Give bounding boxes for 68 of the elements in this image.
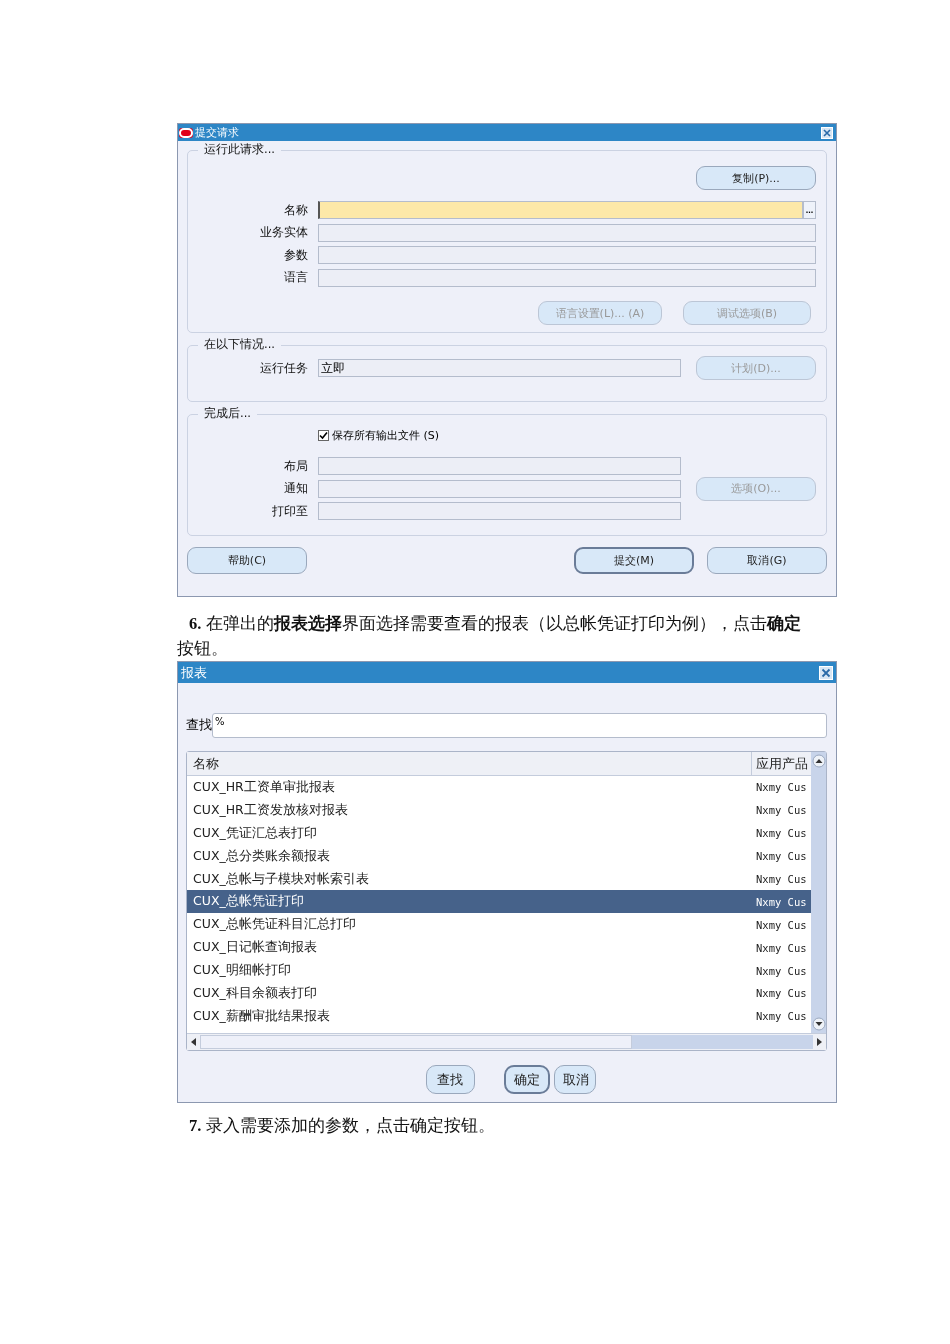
input-field[interactable] bbox=[318, 479, 681, 498]
table-cell-text: CUX_HR工资单审批报表 bbox=[192, 778, 336, 796]
dialog-button[interactable]: 提交(M) bbox=[574, 547, 694, 574]
table-cell-text: CUX_总帐凭证打印 bbox=[192, 893, 305, 911]
table-cell-text: Nxmy Cus bbox=[755, 895, 808, 908]
field-label: 业务实体 bbox=[259, 225, 309, 241]
list-button[interactable]: ... bbox=[803, 201, 816, 220]
input-field[interactable] bbox=[318, 246, 816, 265]
window-title: 报表 bbox=[180, 663, 208, 682]
table-cell-text: CUX_日记帐查询报表 bbox=[192, 939, 318, 957]
field-label: 布局 bbox=[283, 458, 309, 474]
dialog-button[interactable]: 确定 bbox=[503, 1065, 550, 1094]
field-label: 名称 bbox=[283, 202, 309, 218]
table-cell-text: Nxmy Cus bbox=[755, 804, 808, 817]
input-field[interactable] bbox=[318, 457, 681, 476]
field-label: 运行任务 bbox=[259, 360, 309, 376]
table-cell-text: CUX_总帐与子模块对帐索引表 bbox=[192, 870, 370, 888]
help-button[interactable]: 帮助(C) bbox=[187, 547, 307, 574]
table-cell-text: Nxmy Cus bbox=[755, 987, 808, 1000]
table-cell-text: Nxmy Cus bbox=[755, 918, 808, 931]
table-cell-text: CUX_总分类账余额报表 bbox=[192, 847, 331, 865]
dialog-button[interactable]: 取消(G) bbox=[707, 547, 827, 574]
dialog-button[interactable]: 查找 bbox=[425, 1065, 475, 1094]
logo-icon bbox=[179, 127, 193, 138]
section-title: 完成后... bbox=[198, 406, 257, 421]
copy-button[interactable]: 复制(P)... bbox=[696, 166, 816, 190]
section-title: 在以下情况... bbox=[198, 337, 281, 352]
input-field[interactable] bbox=[318, 201, 803, 220]
input-field[interactable]: 立即 bbox=[318, 359, 681, 377]
checkbox[interactable] bbox=[318, 429, 329, 441]
close-icon[interactable] bbox=[821, 126, 833, 139]
scroll-down-icon[interactable] bbox=[811, 1017, 826, 1031]
table-row[interactable]: CUX_总帐凭证打印 Nxmy Cus bbox=[187, 890, 811, 914]
table-cell-text: CUX_HR工资发放核对报表 bbox=[192, 801, 349, 819]
table-cell-text: Nxmy Cus bbox=[755, 873, 808, 885]
table-cell-text: Nxmy Cus bbox=[755, 964, 808, 977]
input-field[interactable] bbox=[318, 223, 816, 242]
search-label: 查找 bbox=[186, 716, 212, 734]
table-cell-text: CUX_总帐凭证科目汇总打印 bbox=[192, 916, 357, 934]
table-cell-text: CUX_凭证汇总表打印 bbox=[192, 824, 318, 842]
table-cell-text: CUX_薪酬审批结果报表 bbox=[192, 1007, 331, 1025]
column-header: 名称 bbox=[192, 754, 220, 773]
table-cell-text: CUX_明细帐打印 bbox=[192, 962, 292, 980]
table-cell-text: CUX_科目余额表打印 bbox=[192, 984, 318, 1002]
scroll-left-icon[interactable] bbox=[191, 1038, 196, 1046]
table-cell-text: Nxmy Cus bbox=[755, 1010, 808, 1023]
scroll-up-icon[interactable] bbox=[811, 754, 826, 768]
section-title: 运行此请求... bbox=[198, 142, 281, 157]
table-cell-text: Nxmy Cus bbox=[755, 781, 808, 794]
field-label: 打印至 bbox=[271, 503, 309, 519]
vertical-scrollbar[interactable] bbox=[811, 752, 826, 1033]
field-label: 参数 bbox=[283, 247, 309, 263]
window-title: 提交请求 bbox=[195, 125, 240, 140]
field-label: 通知 bbox=[283, 481, 309, 497]
checkbox-label: 保存所有输出文件 (S) bbox=[332, 427, 440, 443]
scroll-right-icon[interactable] bbox=[817, 1038, 822, 1046]
instruction-text: 7. 录入需要添加的参数，点击确定按钮。 bbox=[188, 1115, 496, 1137]
search-field[interactable]: % bbox=[212, 712, 827, 738]
input-field[interactable] bbox=[318, 268, 816, 287]
table-cell-text: Nxmy Cus bbox=[755, 941, 808, 954]
horizontal-scrollbar[interactable] bbox=[187, 1033, 826, 1050]
close-icon[interactable] bbox=[819, 665, 833, 680]
table-cell-text: Nxmy Cus bbox=[755, 850, 808, 863]
dialog-button[interactable]: 取消 bbox=[553, 1065, 596, 1094]
field-label: 语言 bbox=[283, 270, 309, 286]
input-field[interactable] bbox=[318, 502, 681, 521]
table-cell-text: Nxmy Cus bbox=[755, 827, 808, 840]
instruction-text: 6. 在弹出的报表选择界面选择需要查看的报表（以总帐凭证打印为例），点击确定按钮。 bbox=[177, 613, 802, 660]
